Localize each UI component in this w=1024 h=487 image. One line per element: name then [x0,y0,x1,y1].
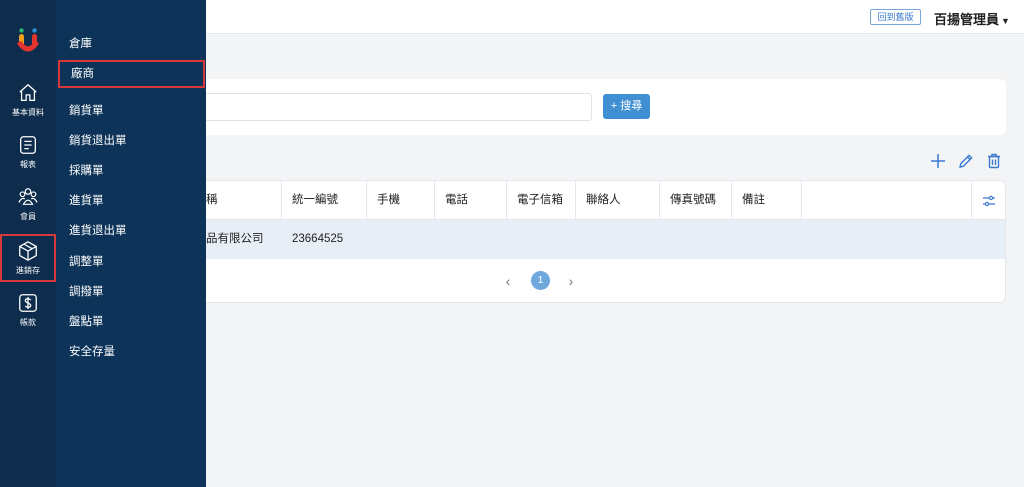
home-icon [19,83,37,101]
edit-icon[interactable] [957,152,975,170]
search-input[interactable] [206,93,592,121]
inventory-submenu: 倉庫 廠商 銷貨單 銷貨退出單 採購單 進貨單 進貨退出單 調整單 調撥單 盤點… [56,0,206,487]
members-icon [18,188,38,205]
col-header-note[interactable]: 備註 [732,181,802,220]
submenu-item-warehouse[interactable]: 倉庫 [69,34,205,54]
top-bar: 回到舊版 百揚管理員 ▼ [206,0,1024,34]
col-header-contact[interactable]: 聯絡人 [576,181,660,220]
rail-item-reports[interactable]: 報表 [0,134,56,180]
rail-item-label: 會員 [20,212,36,221]
box-icon [19,241,37,261]
trash-icon[interactable] [985,152,1003,170]
col-header-name[interactable]: 稱 [206,181,282,220]
table-header: 稱 統一編號 手機 電話 電子信箱 聯絡人 傳真號碼 備註 [206,181,1005,220]
submenu-item-stocktake[interactable]: 盤點單 [69,312,205,332]
submenu-item-vendor[interactable]: 廠商 [58,60,205,88]
add-icon[interactable] [929,152,947,170]
report-icon [20,136,36,154]
dollar-icon [19,294,37,312]
rail-item-label: 進銷存 [16,266,40,275]
col-header-mobile[interactable]: 手機 [367,181,435,220]
submenu-item-receiving[interactable]: 進貨單 [69,191,205,211]
prev-page-icon[interactable]: ‹ [501,273,515,289]
search-panel: + 搜尋 [206,79,1006,135]
col-header-phone[interactable]: 電話 [435,181,507,220]
search-button[interactable]: + 搜尋 [603,94,650,119]
rail-item-label: 報表 [20,160,36,169]
next-page-icon[interactable]: › [564,273,578,289]
submenu-item-safety-stock[interactable]: 安全存量 [69,342,205,362]
col-header-tax-id[interactable]: 統一編號 [282,181,367,220]
submenu-item-sales-return[interactable]: 銷貨退出單 [69,131,205,151]
user-name: 百揚管理員 [934,12,1000,27]
col-header-email[interactable]: 電子信箱 [507,181,576,220]
rail-item-label: 基本資料 [12,108,44,117]
legacy-version-button[interactable]: 回到舊版 [870,9,921,25]
col-header-fax[interactable]: 傳真號碼 [660,181,732,220]
rail-item-basic-data[interactable]: 基本資料 [0,82,56,128]
rail-item-accounts[interactable]: 帳款 [0,292,56,338]
submenu-item-transfer[interactable]: 調撥單 [69,282,205,302]
submenu-item-sales-order[interactable]: 銷貨單 [69,101,205,121]
caret-down-icon: ▼ [1001,16,1010,26]
rail-item-label: 帳款 [20,318,36,327]
icon-rail: 基本資料 報表 會員 進銷存 帳款 [0,0,56,487]
submenu-item-adjustment[interactable]: 調整單 [69,252,205,272]
vendor-table: 稱 統一編號 手機 電話 電子信箱 聯絡人 傳真號碼 備註 品有限公司 2366… [206,180,1006,303]
pagination: ‹ 1 › [206,259,1005,303]
column-settings-icon[interactable] [971,181,1005,220]
cell-name: 品有限公司 [206,233,264,245]
submenu-item-purchase-return[interactable]: 進貨退出單 [69,221,205,241]
cell-tax-id: 23664525 [292,233,344,245]
rail-item-members[interactable]: 會員 [0,186,56,232]
page-number[interactable]: 1 [531,271,550,290]
rail-item-inventory[interactable]: 進銷存 [0,234,56,282]
user-menu[interactable]: 百揚管理員 ▼ [934,9,1010,28]
brand-logo [17,28,39,52]
table-row[interactable]: 品有限公司 23664525 [206,220,1005,259]
submenu-item-purchase-order[interactable]: 採購單 [69,161,205,181]
